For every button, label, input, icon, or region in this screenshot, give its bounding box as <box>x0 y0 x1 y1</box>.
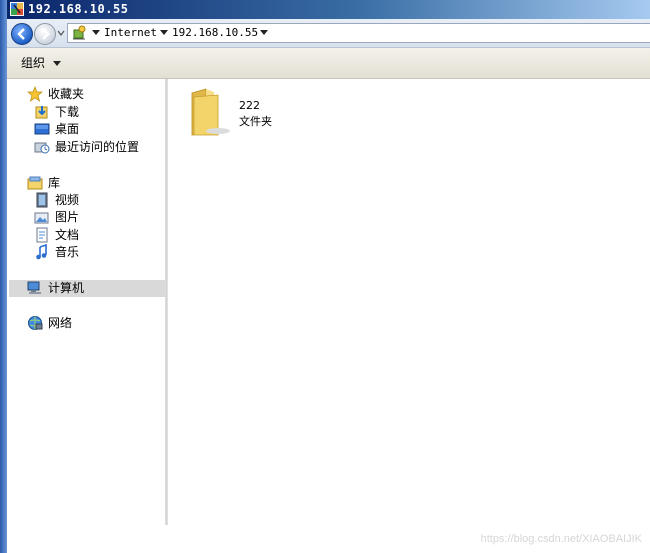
nav-label: 计算机 <box>48 281 85 295</box>
chevron-down-icon[interactable] <box>57 29 65 37</box>
nav-computer[interactable]: 计算机 <box>9 280 165 297</box>
folder-name: 222 <box>239 99 260 112</box>
address-row: Internet 192.168.10.55 <box>7 19 650 48</box>
chevron-down-icon[interactable] <box>260 30 268 35</box>
navigation-pane: 收藏夹 下载 桌面 最近访问的位置 库 视频 图片 文档 音乐 计算机 网络 <box>7 79 165 525</box>
watermark: https://blog.csdn.net/XIAOBAIJIK <box>480 533 642 545</box>
network-location-icon <box>73 25 86 40</box>
music-library-icon <box>36 244 47 260</box>
arrow-left-icon <box>17 28 25 40</box>
nav-label: 音乐 <box>55 245 80 259</box>
window-title: 192.168.10.55 <box>28 2 129 16</box>
folder-icon <box>191 88 230 136</box>
address-bar[interactable]: Internet 192.168.10.55 <box>67 23 650 43</box>
library-icon <box>27 176 43 190</box>
nav-label: 文档 <box>55 228 80 242</box>
title-bar[interactable]: 192.168.10.55 <box>7 0 650 19</box>
pictures-library-icon <box>34 212 49 224</box>
computer-icon <box>27 281 41 294</box>
window-frame-left <box>0 0 7 553</box>
desktop-icon <box>34 123 50 135</box>
nav-label: 桌面 <box>55 122 80 136</box>
recent-places-icon <box>34 142 50 154</box>
chevron-down-icon <box>53 61 62 66</box>
arrow-right-icon <box>42 28 50 40</box>
nav-label: 收藏夹 <box>48 87 85 101</box>
nav-label: 下载 <box>55 105 80 119</box>
file-list: 222 文件夹 <box>168 79 650 525</box>
chevron-down-icon[interactable] <box>92 30 100 35</box>
video-library-icon <box>36 192 48 208</box>
chevron-down-icon[interactable] <box>160 30 168 35</box>
nav-label: 图片 <box>55 210 80 224</box>
star-icon <box>27 86 43 102</box>
nav-label: 库 <box>48 176 61 190</box>
download-folder-icon <box>35 106 48 119</box>
nav-label: 视频 <box>55 193 80 207</box>
remote-desktop-icon <box>10 2 24 16</box>
organize-button[interactable]: 组织 <box>17 54 65 72</box>
breadcrumb-host[interactable]: 192.168.10.55 <box>172 24 258 42</box>
documents-library-icon <box>36 227 48 243</box>
forward-button[interactable] <box>34 23 56 45</box>
breadcrumb-internet[interactable]: Internet <box>104 24 157 42</box>
command-toolbar: 组织 <box>7 48 650 79</box>
network-icon <box>28 316 43 330</box>
folder-item[interactable]: 222 文件夹 <box>188 87 298 147</box>
folder-type: 文件夹 <box>239 115 272 128</box>
back-button[interactable] <box>11 23 33 45</box>
nav-label: 最近访问的位置 <box>55 140 140 154</box>
nav-label: 网络 <box>48 316 73 330</box>
organize-label: 组织 <box>21 56 46 70</box>
